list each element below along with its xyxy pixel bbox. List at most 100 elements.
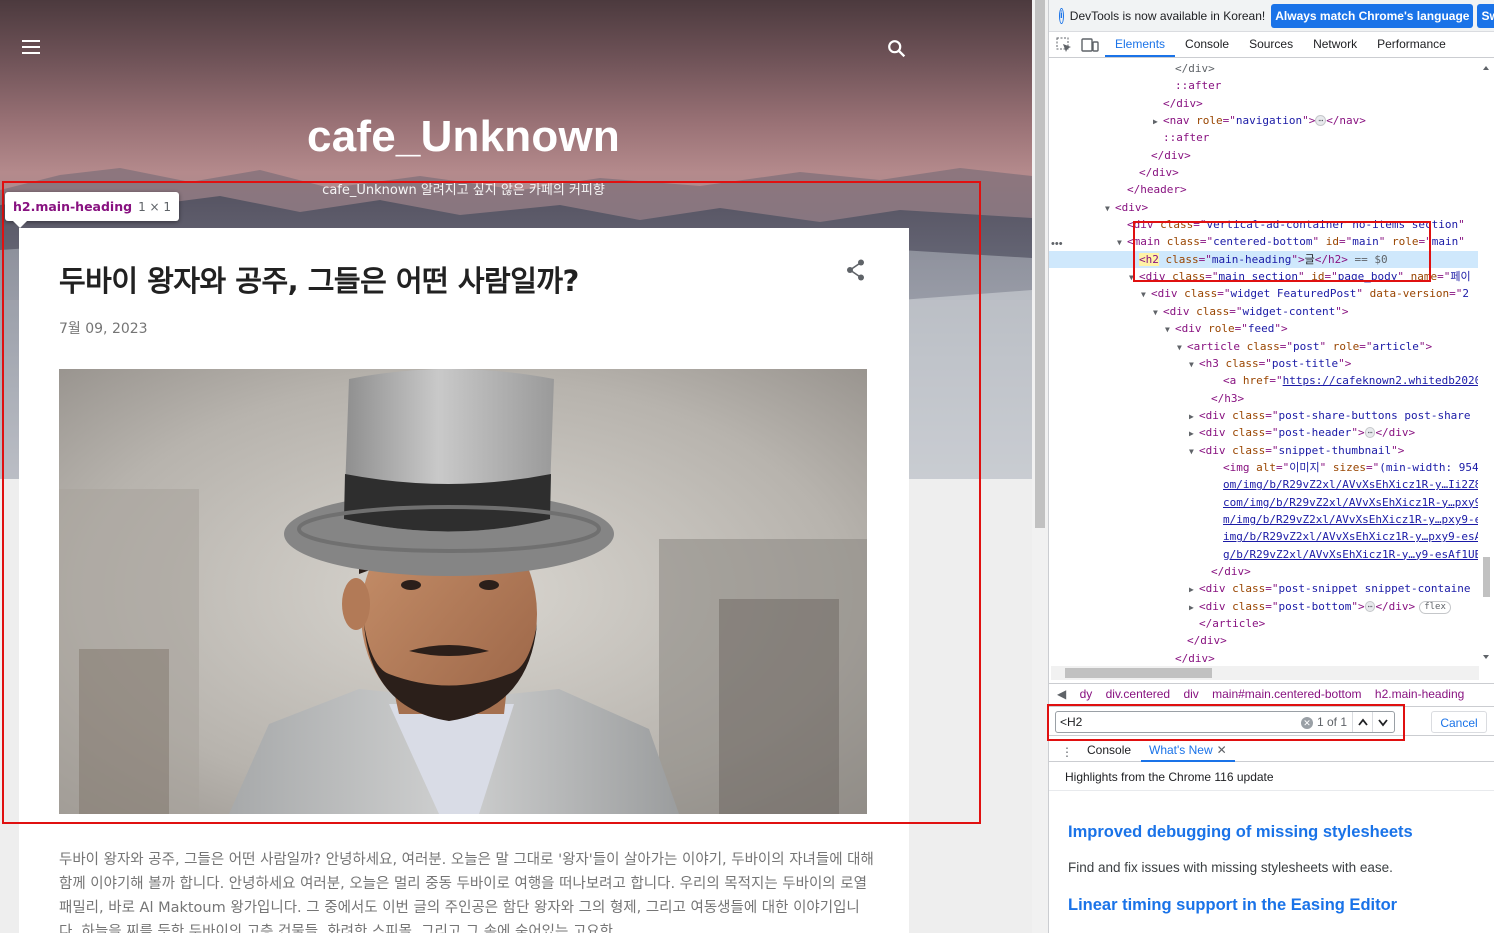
dom-token: class — [1232, 443, 1266, 457]
tooltip-size: 1 × 1 — [138, 200, 172, 214]
collapsed-children-ellipsis-icon[interactable]: ⋯ — [1315, 115, 1327, 127]
dom-node-row[interactable]: </div> — [1049, 563, 1479, 580]
dom-node-row[interactable]: </div> — [1049, 147, 1479, 164]
dom-node-row[interactable]: ▼ <div class="snippet-thumbnail"> — [1049, 442, 1479, 459]
dom-node-row[interactable]: <a href="https://cafeknown2.whitedb2020 — [1049, 372, 1479, 389]
tab-console[interactable]: Console — [1175, 31, 1239, 57]
expand-triangle-icon[interactable]: ▼ — [1189, 443, 1199, 460]
tab-network[interactable]: Network — [1303, 31, 1367, 57]
breadcrumb-item[interactable]: dy — [1080, 687, 1093, 701]
whats-new-item-title[interactable]: Linear timing support in the Easing Edit… — [1068, 896, 1397, 915]
device-toolbar-icon[interactable] — [1079, 33, 1101, 57]
dom-node-row[interactable]: ▶ <nav role="navigation"> ⋯ </nav> — [1049, 112, 1479, 129]
expand-triangle-icon[interactable]: ▼ — [1153, 304, 1163, 321]
expand-triangle-icon[interactable]: ▶ — [1189, 425, 1199, 442]
breadcrumb-item[interactable]: div — [1183, 687, 1198, 701]
collapsed-children-ellipsis-icon[interactable]: ⋯ — [1364, 600, 1376, 612]
breadcrumb-item[interactable]: div.centered — [1106, 687, 1170, 701]
dom-node-row[interactable]: ▼ <div class="widget FeaturedPost" data-v… — [1049, 285, 1479, 302]
hamburger-menu-icon[interactable] — [22, 40, 40, 54]
always-match-language-button[interactable]: Always match Chrome's language — [1271, 3, 1474, 28]
dom-node-row[interactable]: </h3> — [1049, 390, 1479, 407]
collapsed-children-ellipsis-icon[interactable]: ⋯ — [1364, 427, 1376, 439]
dom-token: (min-width: 954 — [1379, 460, 1479, 474]
dom-token: "> — [1418, 339, 1433, 353]
whats-new-item-title[interactable]: Improved debugging of missing stylesheet… — [1068, 823, 1413, 842]
expand-triangle-icon[interactable]: ▼ — [1141, 286, 1151, 303]
dom-node-row[interactable]: g/b/R29vZ2xl/AVvXsEhXicz1R-y…y9-esAf1UB — [1049, 546, 1479, 563]
expand-triangle-icon[interactable]: ▼ — [1117, 234, 1127, 251]
blog-title[interactable]: cafe_Unknown — [0, 112, 927, 162]
dom-token: =" — [1449, 287, 1463, 301]
inspect-element-icon[interactable] — [1053, 33, 1075, 57]
dom-node-row[interactable]: ▼ <article class="post" role="article"> — [1049, 338, 1479, 355]
search-cancel-button[interactable]: Cancel — [1431, 711, 1487, 733]
dom-node-row[interactable]: ▼ <div> — [1049, 199, 1479, 216]
dom-node-row[interactable]: </div> — [1049, 60, 1479, 77]
dom-vertical-scrollbar[interactable] — [1478, 60, 1494, 665]
dom-node-row[interactable]: ▼ <div class="widget-content"> — [1049, 303, 1479, 320]
flex-badge[interactable]: flex — [1419, 600, 1451, 614]
expand-triangle-icon[interactable]: ▶ — [1189, 581, 1199, 598]
breadcrumb-scroll-left-icon[interactable]: ◀ — [1057, 687, 1066, 701]
dom-token: alt — [1256, 460, 1276, 474]
dom-node-row[interactable]: ▶ <div class="post-share-buttons post-sha… — [1049, 407, 1479, 424]
dom-token: </div> — [1375, 599, 1416, 613]
dom-token: </header> — [1127, 183, 1187, 197]
dom-node-row[interactable]: m/img/b/R29vZ2xl/AVvXsEhXicz1R-y…pxy9-e — [1049, 511, 1479, 528]
expand-triangle-icon[interactable]: ▶ — [1189, 599, 1199, 616]
dom-node-row[interactable]: </div> — [1049, 95, 1479, 112]
tab-elements[interactable]: Elements — [1105, 31, 1176, 57]
dom-node-row[interactable]: </div> — [1049, 650, 1479, 665]
dom-token: post-title — [1271, 356, 1339, 370]
dom-token: class — [1196, 304, 1230, 318]
switch-language-button[interactable]: Swi — [1477, 3, 1494, 28]
dom-node-row[interactable]: ▼ <div role="feed"> — [1049, 320, 1479, 337]
dom-node-row[interactable]: ▶ <div class="post-bottom"> ⋯ </div> flex — [1049, 598, 1479, 615]
search-icon[interactable] — [886, 38, 908, 60]
dom-node-row[interactable]: ▼ <h3 class="post-title"> — [1049, 355, 1479, 372]
close-icon[interactable]: ✕ — [1217, 743, 1227, 757]
breadcrumb-item[interactable]: main#main.centered-bottom — [1212, 687, 1361, 701]
page-scrollbar[interactable] — [1032, 0, 1048, 933]
dom-node-row[interactable]: ▶ <div class="post-snippet snippet-contai… — [1049, 580, 1479, 597]
dom-token: <a — [1223, 374, 1243, 388]
whats-new-label: What's New — [1149, 743, 1213, 757]
dom-node-row[interactable]: </div> — [1049, 164, 1479, 181]
dom-node-row[interactable]: com/img/b/R29vZ2xl/AVvXsEhXicz1R-y…pxy9 — [1049, 494, 1479, 511]
search-annotation-box — [1047, 704, 1405, 741]
drawer-tab-console[interactable]: Console — [1087, 740, 1131, 760]
dom-node-row[interactable]: </article> — [1049, 615, 1479, 632]
dom-row-ellipsis-icon[interactable]: ••• — [1051, 238, 1063, 250]
dom-horizontal-scrollbar[interactable] — [1051, 666, 1479, 680]
dom-token: class — [1225, 356, 1259, 370]
expand-triangle-icon[interactable]: ▼ — [1105, 200, 1115, 217]
devtools-panel: i DevTools is now available in Korean! A… — [1048, 0, 1494, 933]
expand-triangle-icon[interactable]: ▼ — [1165, 321, 1175, 338]
tab-performance[interactable]: Performance — [1367, 31, 1456, 57]
drawer-tab-whats-new[interactable]: What's New ✕ — [1141, 740, 1235, 762]
tab-sources[interactable]: Sources — [1239, 31, 1303, 57]
dom-token: <div — [1163, 304, 1197, 318]
dom-node-row[interactable]: ▶ <div class="post-header"> ⋯ </div> — [1049, 424, 1479, 441]
dom-node-row[interactable]: om/img/b/R29vZ2xl/AVvXsEhXicz1R-y…Ii2Z8 — [1049, 476, 1479, 493]
expand-triangle-icon[interactable]: ▶ — [1189, 408, 1199, 425]
expand-triangle-icon[interactable]: ▼ — [1189, 356, 1199, 373]
dom-token: <article — [1187, 339, 1247, 353]
breadcrumb: ◀ dy div.centered div main#main.centered… — [1049, 683, 1494, 705]
dom-node-row[interactable]: ::after — [1049, 129, 1479, 146]
dom-node-row[interactable]: </header> — [1049, 181, 1479, 198]
dom-node-row[interactable]: </div> — [1049, 632, 1479, 649]
expand-triangle-icon[interactable]: ▼ — [1177, 339, 1187, 356]
dom-node-row[interactable]: <img alt="이미지" sizes="(min-width: 954 — [1049, 459, 1479, 476]
info-icon: i — [1059, 7, 1064, 24]
dom-token: post — [1292, 339, 1320, 353]
dom-token: post-header — [1278, 426, 1352, 440]
expand-triangle-icon[interactable]: ▶ — [1153, 113, 1163, 130]
dom-tree[interactable]: </div>::after </div> ▶ <nav role="navigatio… — [1049, 60, 1479, 665]
drawer-menu-icon[interactable]: ⋮ — [1061, 742, 1073, 762]
breadcrumb-item[interactable]: h2.main-heading — [1375, 687, 1464, 701]
dom-node-row[interactable]: ::after — [1049, 77, 1479, 94]
dom-token: class — [1232, 599, 1266, 613]
dom-node-row[interactable]: img/b/R29vZ2xl/AVvXsEhXicz1R-y…pxy9-esA — [1049, 528, 1479, 545]
